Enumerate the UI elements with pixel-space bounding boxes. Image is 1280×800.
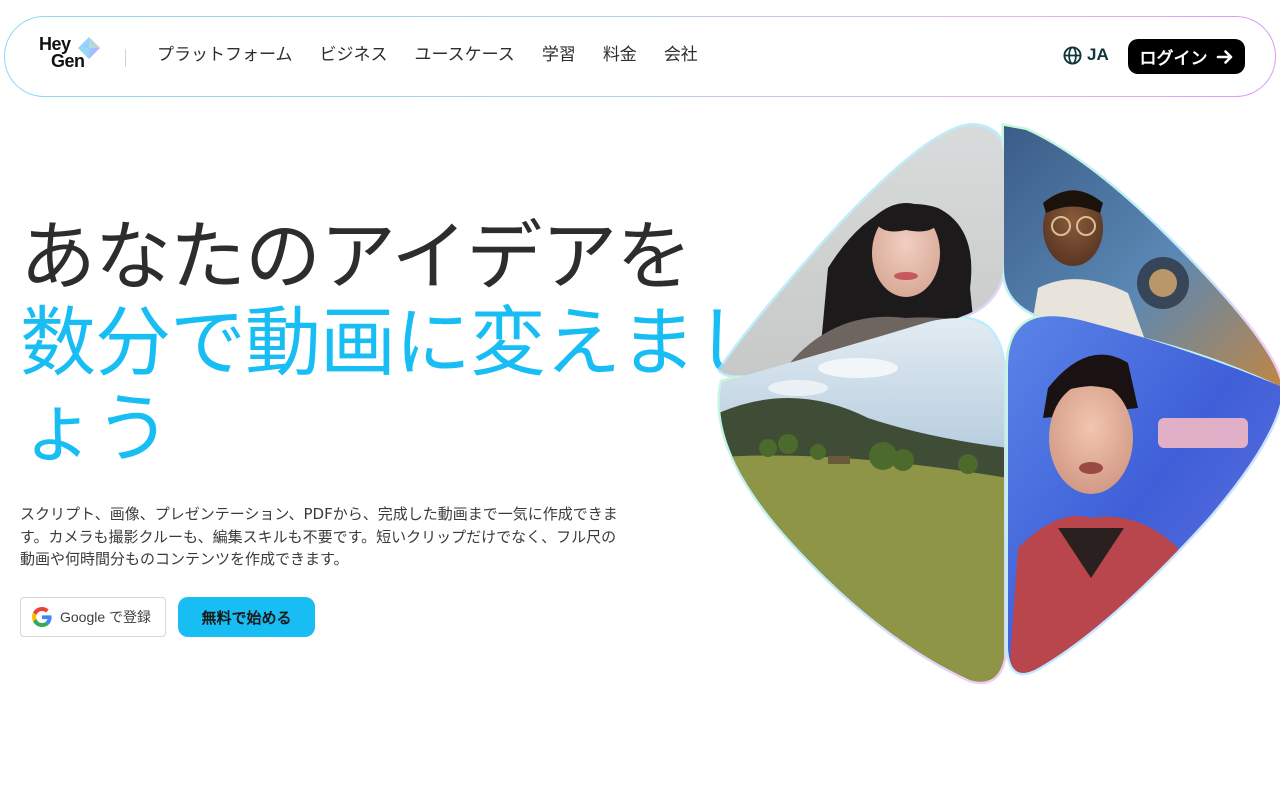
nav-link-pricing[interactable]: 料金 <box>603 43 637 67</box>
login-button[interactable]: ログイン <box>1128 39 1245 74</box>
nav-link-use-cases[interactable]: ユースケース <box>415 43 515 67</box>
globe-icon <box>1063 45 1082 65</box>
login-label: ログイン <box>1139 49 1208 69</box>
start-free-button[interactable]: 無料で始める <box>178 597 315 637</box>
language-label: JA <box>1087 45 1109 64</box>
nav-divider <box>125 49 126 67</box>
top-navigation: Hey Gen プラットフォーム ビジネス ユースケース 学習 料金 会社 JA… <box>4 16 1276 97</box>
hero-title-line1: あなたのアイデアを <box>20 212 692 301</box>
google-signup-label: Google で登録 <box>60 609 152 625</box>
hero-title-line2: 数分で動画に変えましょう <box>20 298 771 473</box>
hero-title: あなたのアイデアを 数分で動画に変えましょう <box>20 214 780 472</box>
google-icon <box>32 607 52 627</box>
heygen-logo[interactable]: Hey Gen <box>39 35 103 76</box>
heygen-logo-icon <box>78 37 100 59</box>
nav-link-company[interactable]: 会社 <box>664 43 698 67</box>
nav-link-learn[interactable]: 学習 <box>542 43 576 67</box>
start-free-label: 無料で始める <box>201 608 292 627</box>
arrow-right-icon <box>1216 49 1232 64</box>
nav-links: プラットフォーム ビジネス ユースケース 学習 料金 会社 <box>157 43 725 67</box>
google-signup-button[interactable]: Google で登録 <box>20 597 166 637</box>
language-selector[interactable]: JA <box>1063 45 1109 65</box>
hero-description: スクリプト、画像、プレゼンテーション、PDFから、完成した動画まで一気に作成でき… <box>20 505 618 568</box>
nav-link-platform[interactable]: プラットフォーム <box>157 43 293 67</box>
nav-link-business[interactable]: ビジネス <box>320 43 388 67</box>
hero-prism-visual <box>716 123 1280 685</box>
